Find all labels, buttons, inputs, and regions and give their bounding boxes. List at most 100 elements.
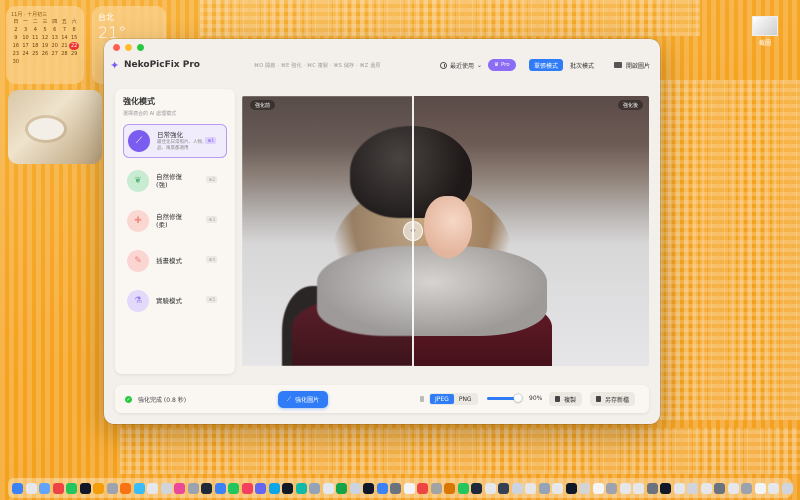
dock-app-icon[interactable] [282,482,293,494]
sidebar-title: 強化模式 [123,97,155,106]
dock-app-icon[interactable] [241,482,253,494]
dock-app-icon[interactable] [322,482,334,494]
dock-app-icon[interactable] [619,482,631,494]
dock-app-icon[interactable] [39,482,50,494]
dock-app-icon[interactable] [349,482,361,494]
dock-app-icon[interactable] [174,482,185,494]
dock-app-icon[interactable] [754,482,766,494]
dock-app-icon[interactable] [538,482,550,494]
screenshot-thumbnail [752,16,778,36]
dock-app-icon[interactable] [565,482,577,494]
dock-app-icon[interactable] [268,482,280,494]
pro-badge[interactable]: ♛ Pro [488,59,516,71]
titlebar: ✦ NekoPicFix Pro ⌘O 開啟 · ⌘E 強化 · ⌘C 複製 ·… [104,39,660,89]
minimize-button[interactable] [125,44,132,51]
single-mode-button[interactable]: 單張模式 [529,59,564,71]
desktop-file-icon[interactable]: 截圖 [750,16,780,47]
dock-app-icon[interactable] [687,482,698,494]
dock-app-icon[interactable] [727,482,739,494]
dock-app-icon[interactable] [498,482,509,494]
flask-icon: ⚗ [127,290,149,312]
dock-app-icon[interactable] [187,482,199,494]
dock-app-icon[interactable] [93,482,104,494]
dock-app-icon[interactable] [25,482,37,494]
dock-app-icon[interactable] [255,482,266,494]
dock-app-icon[interactable] [741,482,752,494]
after-label: 強化後 [617,100,643,110]
dock-app-icon[interactable] [160,482,172,494]
dock-app-icon[interactable] [376,482,388,494]
mode-item-natural-strong[interactable]: ❦ 自然修復 (強) ⌘2 [123,164,227,198]
enhance-button[interactable]: ⟋ 強化圖片 [278,391,328,408]
desktop-file-label: 截圖 [758,40,771,47]
mode-item-natural-soft[interactable]: ✚ 自然修復 (柔) ⌘3 [123,204,227,238]
dock-app-icon[interactable] [417,482,428,494]
dock-app-icon[interactable] [781,482,793,494]
quality-slider-knob[interactable] [513,394,522,402]
dock-app-icon[interactable] [52,482,64,494]
format-png-button[interactable]: PNG [454,394,477,404]
dock-app-icon[interactable] [484,482,496,494]
dock-app-icon[interactable] [700,482,712,494]
dock-app-icon[interactable] [403,482,415,494]
photo-widget[interactable] [8,90,102,164]
dock-app-icon[interactable] [336,482,347,494]
dock-app-icon[interactable] [633,482,644,494]
dock-app-icon[interactable] [106,482,118,494]
dock-app-icon[interactable] [579,482,590,494]
zoom-button[interactable] [137,44,144,51]
dock-app-icon[interactable] [12,482,23,494]
mode-item-illustration[interactable]: ✎ 插畫模式 ⌘4 [123,244,227,278]
recent-menu[interactable]: 最近使用 ⌄ [440,61,482,70]
dock-app-icon[interactable] [471,482,482,494]
wallpaper-pattern [120,428,800,474]
dock-app-icon[interactable] [309,482,320,494]
dock-app-icon[interactable] [228,482,239,494]
dock-app-icon[interactable] [660,482,671,494]
dock-app-icon[interactable] [120,482,131,494]
dock-app-icon[interactable] [444,482,455,494]
mode-item-experimental[interactable]: ⚗ 實驗模式 ⌘5 [123,284,227,318]
dock-app-icon[interactable] [606,482,617,494]
dock-app-icon[interactable] [511,482,523,494]
crown-icon: ♛ [494,62,499,68]
dock-app-icon[interactable] [295,482,307,494]
dock-app-icon[interactable] [133,482,145,494]
dock-app-icon[interactable] [363,482,374,494]
save-as-button[interactable]: 另存新檔 [590,392,636,406]
copy-icon [555,396,560,402]
file-format-icon [420,396,424,402]
mode-sidebar: 強化模式 選擇適合的 AI 處理模式 ⟋ 日常強化 最佳化日常照片、人物、物品、… [115,89,235,374]
dock-app-icon[interactable] [214,482,226,494]
status: ✓ 強化完成 (0.8 秒) [125,395,186,404]
dock-app-icon[interactable] [201,482,212,494]
dock-app-icon[interactable] [79,482,91,494]
dock-app-icon[interactable] [430,482,442,494]
dock-app-icon[interactable] [592,482,604,494]
app-window: ✦ NekoPicFix Pro ⌘O 開啟 · ⌘E 強化 · ⌘C 複製 ·… [104,39,660,424]
close-button[interactable] [113,44,120,51]
dock-app-icon[interactable] [457,482,469,494]
calendar-month: 11月 · 十月初三 [11,12,48,18]
dock-app-icon[interactable] [646,482,658,494]
format-jpeg-button[interactable]: JPEG [430,394,454,404]
dock-app-icon[interactable] [714,482,725,494]
dock-app-icon[interactable] [390,482,401,494]
dock-app-icon[interactable] [525,482,536,494]
copy-button[interactable]: 複製 [549,392,583,406]
dock-app-icon[interactable] [673,482,685,494]
split-handle[interactable]: ‹ › [403,221,423,241]
quality-slider[interactable] [487,394,522,402]
mode-shortcut: ⌘2 [206,176,217,183]
batch-mode-button[interactable]: 批次模式 [565,59,599,71]
open-image-button[interactable]: 開啟圖片 [609,58,655,72]
dock-app-icon[interactable] [768,482,779,494]
mode-item-daily[interactable]: ⟋ 日常強化 最佳化日常照片、人物、物品、風景都適用 ⌘1 [123,124,227,158]
dock-app-icon[interactable] [66,482,77,494]
dock-app-icon[interactable] [147,482,158,494]
calendar-widget[interactable]: 11月 · 十月初三 日一二三四五六 2345678 9 10 11 12 13 14 15… [6,6,84,84]
dock-app-icon[interactable] [552,482,563,494]
mode-name: 自然修復 (柔) [156,213,182,229]
leaf-icon: ❦ [127,170,149,192]
comparison-preview[interactable]: ‹ › 強化前 強化後 [242,96,649,366]
